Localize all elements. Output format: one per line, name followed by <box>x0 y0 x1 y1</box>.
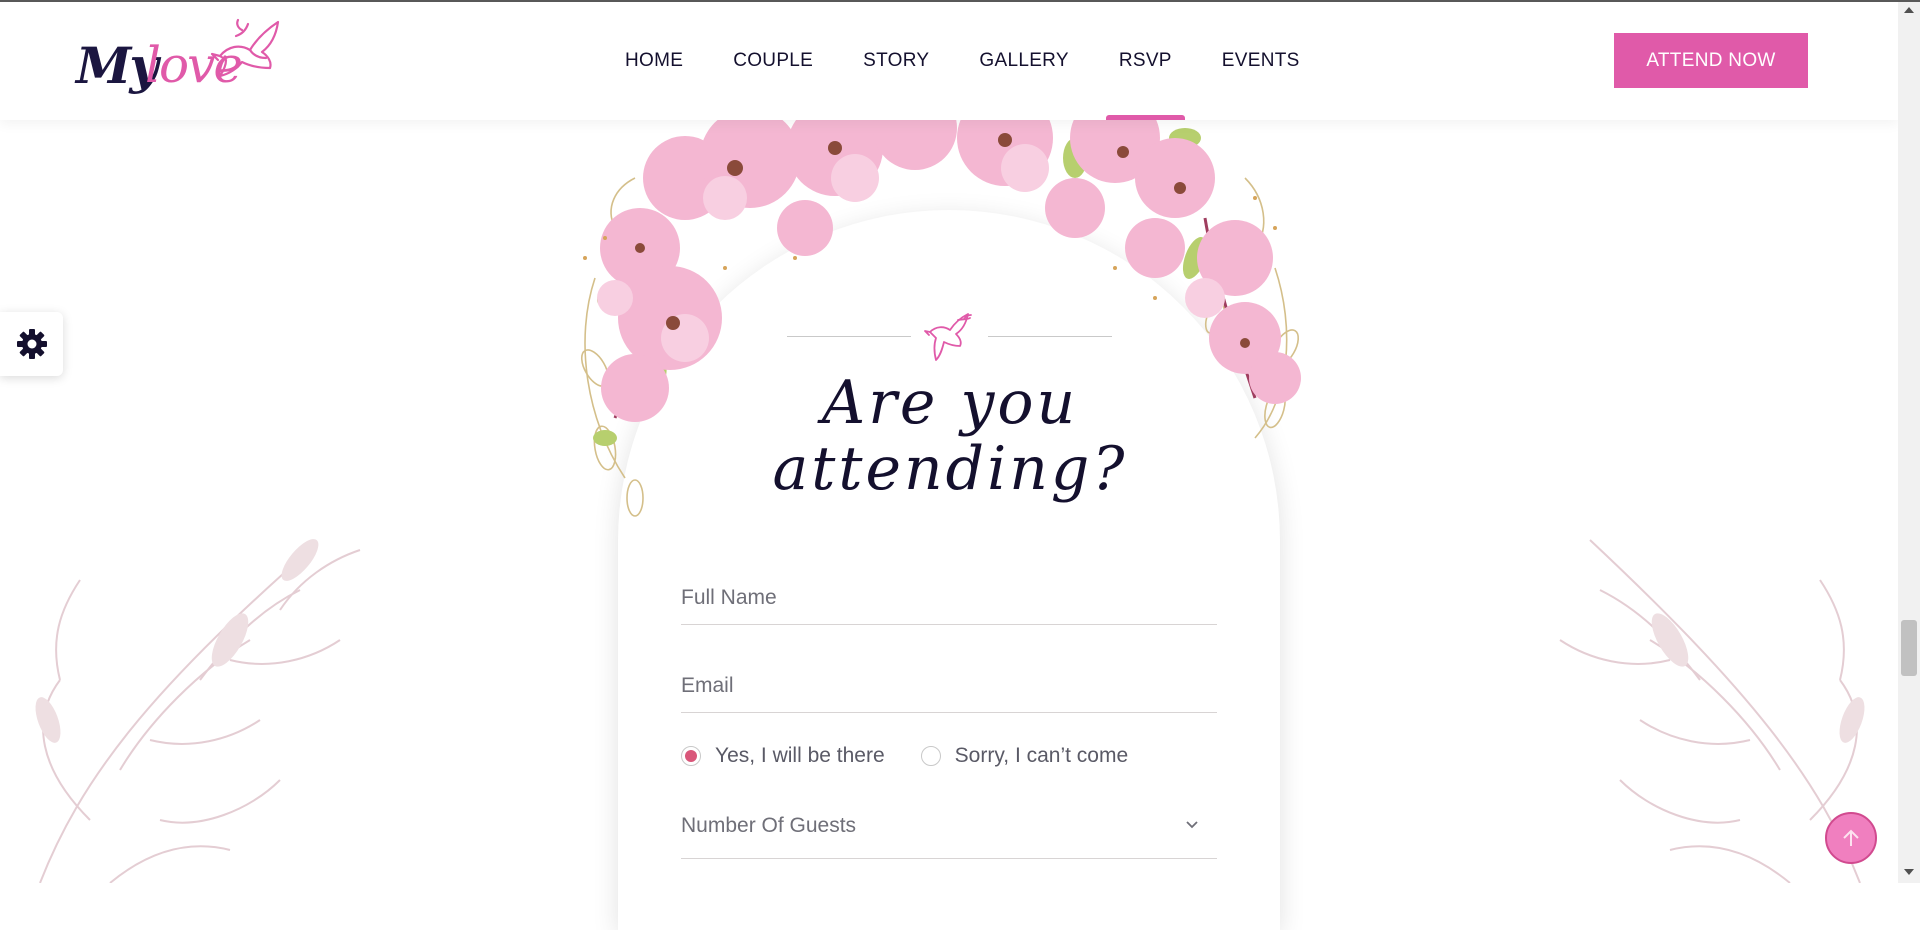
site-header: My love HOME COUPLE STORY GALLERY RSVP E… <box>0 2 1898 120</box>
divider-right <box>988 336 1112 337</box>
scroll-down-arrow-icon[interactable] <box>1903 868 1915 876</box>
rsvp-title-line-1: Are you <box>821 368 1079 438</box>
rsvp-title: Are you attending? <box>640 370 1260 502</box>
guests-select-value: Number Of Guests <box>681 814 857 837</box>
site-logo[interactable]: My love <box>74 16 284 108</box>
email-input[interactable] <box>681 674 1217 698</box>
number-of-guests-select[interactable]: Number Of Guests <box>681 800 1217 859</box>
email-field <box>681 654 1217 713</box>
full-name-field <box>681 566 1217 625</box>
gear-icon <box>16 329 47 359</box>
nav-rsvp[interactable]: RSVP <box>1094 2 1197 120</box>
radio-label-yes: Yes, I will be there <box>715 744 885 767</box>
dove-icon <box>210 18 280 78</box>
decorative-leaves-left <box>35 539 361 883</box>
radio-button-selected[interactable] <box>681 746 701 766</box>
attend-now-button[interactable]: ATTEND NOW <box>1614 33 1808 88</box>
page-scrollbar[interactable] <box>1898 2 1920 883</box>
back-to-top-button[interactable] <box>1825 812 1877 864</box>
nav-couple[interactable]: COUPLE <box>708 2 838 120</box>
arrow-up-icon <box>1843 829 1859 846</box>
scroll-up-arrow-icon[interactable] <box>1903 6 1915 14</box>
nav-events[interactable]: EVENTS <box>1197 2 1325 120</box>
full-name-input[interactable] <box>681 586 1217 610</box>
scrollbar-thumb[interactable] <box>1901 620 1917 676</box>
radio-label-no: Sorry, I can’t come <box>954 744 1129 767</box>
settings-toggle[interactable] <box>0 312 63 376</box>
chevron-down-icon <box>1186 821 1198 829</box>
divider-left <box>787 336 911 337</box>
nav-home[interactable]: HOME <box>600 2 708 120</box>
main-nav: HOME COUPLE STORY GALLERY RSVP EVENTS <box>600 2 1325 120</box>
dove-icon <box>924 313 972 361</box>
nav-gallery[interactable]: GALLERY <box>954 2 1093 120</box>
nav-story[interactable]: STORY <box>838 2 954 120</box>
rsvp-title-line-2: attending? <box>772 434 1128 504</box>
attendance-radio-group: Yes, I will be there Sorry, I can’t come <box>681 744 1164 768</box>
radio-attending-no[interactable]: Sorry, I can’t come <box>920 744 1129 768</box>
radio-attending-yes[interactable]: Yes, I will be there <box>681 744 885 768</box>
radio-button-unselected[interactable] <box>920 746 941 766</box>
